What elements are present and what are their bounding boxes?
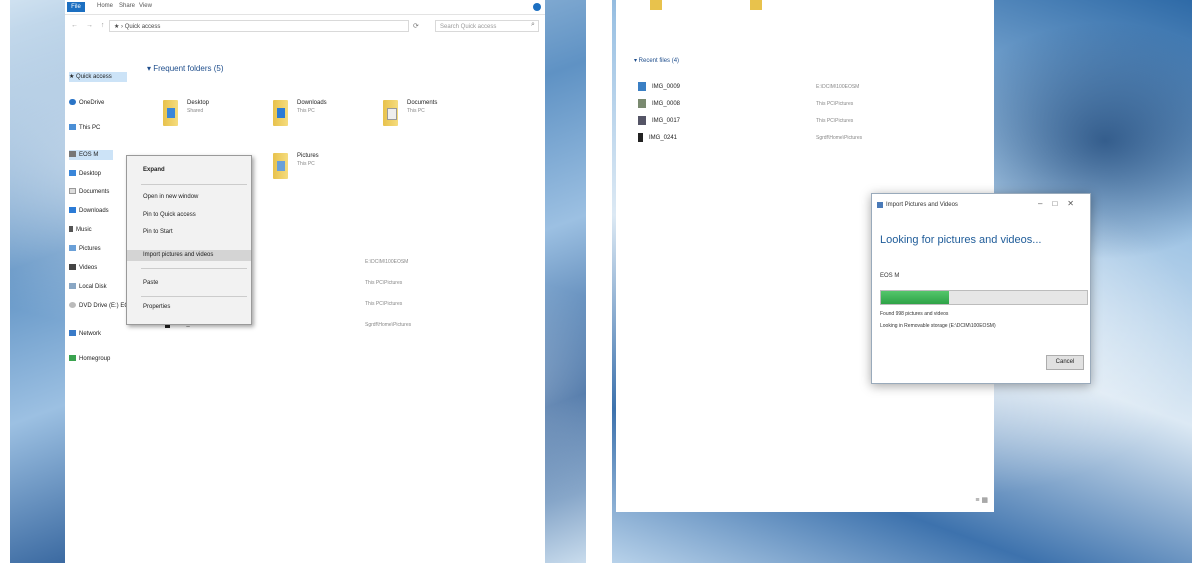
menu-properties[interactable]: Properties <box>127 302 251 313</box>
image-file-icon <box>638 99 646 108</box>
download-icon <box>69 207 76 214</box>
video-icon <box>69 264 76 271</box>
looking-location: Looking in Removable storage (E:\DCIM\10… <box>880 323 996 329</box>
search-input[interactable]: Search Quick access <box>435 20 539 32</box>
recent-file-path: This PC\Pictures <box>816 118 854 124</box>
nav-local-disk[interactable]: Local Disk <box>69 282 107 292</box>
nav-documents[interactable]: Documents <box>69 187 109 197</box>
image-file-icon <box>638 116 646 125</box>
nav-eos-m[interactable]: EOS M <box>69 150 113 160</box>
network-icon <box>69 330 76 337</box>
folder-documents[interactable]: Documents This PC <box>383 100 463 130</box>
context-menu: Expand Open in new window Pin to Quick a… <box>126 155 252 325</box>
folder-icon <box>163 100 178 126</box>
tab-share[interactable]: Share <box>119 3 135 9</box>
computer-icon <box>69 124 76 131</box>
window-controls[interactable]: –□✕ <box>1038 199 1084 208</box>
recent-files-header[interactable]: ▾ Recent files (4) <box>634 57 679 64</box>
nav-quick-access[interactable]: ★ Quick access <box>69 72 127 82</box>
folder-downloads[interactable]: Downloads This PC <box>273 100 353 130</box>
recent-path: This PC\Pictures <box>365 301 403 307</box>
folder-icon <box>383 100 398 126</box>
menu-open-new-window[interactable]: Open in new window <box>127 192 251 203</box>
menu-expand[interactable]: Expand <box>127 165 251 176</box>
nav-downloads[interactable]: Downloads <box>69 206 109 216</box>
cloud-icon <box>69 99 76 106</box>
address-bar-row: ← → ↑ ★ › Quick access ⟳ Search Quick ac… <box>65 18 545 34</box>
address-bar[interactable]: ★ › Quick access <box>109 20 409 32</box>
import-dialog: Import Pictures and Videos –□✕ Looking f… <box>871 193 1091 384</box>
desktop-icon <box>69 170 76 177</box>
pictures-icon <box>69 245 76 252</box>
help-icon[interactable] <box>533 3 541 11</box>
nav-arrows[interactable]: ← → ↑ <box>71 22 107 29</box>
recent-file-path: This PC\Pictures <box>816 101 854 107</box>
progress-bar <box>880 290 1088 305</box>
frequent-folders-header[interactable]: ▾ Frequent folders (5) <box>147 64 224 73</box>
camera-icon <box>69 151 76 158</box>
nav-network[interactable]: Network <box>69 329 101 339</box>
folder-icon <box>650 0 662 10</box>
nav-dvd-drive[interactable]: DVD Drive (E:) EOS <box>69 301 133 311</box>
file-tab[interactable]: File <box>67 2 85 12</box>
tab-view[interactable]: View <box>139 3 152 9</box>
nav-onedrive[interactable]: OneDrive <box>69 98 104 108</box>
folder-icon <box>750 0 762 10</box>
document-icon <box>69 188 76 195</box>
disk-icon <box>69 283 76 290</box>
cancel-button[interactable]: Cancel <box>1046 355 1084 370</box>
recent-file-item[interactable]: IMG_0008 <box>638 99 680 109</box>
image-file-icon <box>638 133 643 142</box>
recent-file-item[interactable]: IMG_0241 <box>638 133 677 143</box>
left-screenshot: File Home Share View ← → ↑ ★ › Quick acc… <box>10 0 586 563</box>
folder-desktop[interactable]: Desktop Shared <box>163 100 243 130</box>
recent-file-item[interactable]: IMG_0009 <box>638 82 680 92</box>
recent-file-item[interactable]: IMG_0017 <box>638 116 680 126</box>
recent-path: This PC\Pictures <box>365 280 403 286</box>
dvd-icon <box>69 302 76 309</box>
menu-pin-quick-access[interactable]: Pin to Quick access <box>127 210 251 221</box>
folder-icon <box>273 153 288 179</box>
view-toggle-icons[interactable]: ≡ ▦ <box>975 496 988 504</box>
folder-icon <box>273 100 288 126</box>
menu-separator <box>141 268 247 269</box>
found-count: Found 998 pictures and videos <box>880 311 949 317</box>
nav-pictures[interactable]: Pictures <box>69 244 101 254</box>
folder-pictures[interactable]: Pictures This PC <box>273 153 353 183</box>
menu-separator <box>141 296 247 297</box>
refresh-icon[interactable]: ⟳ <box>413 22 419 30</box>
image-file-icon <box>638 82 646 91</box>
nav-music[interactable]: Music <box>69 225 92 235</box>
nav-this-pc[interactable]: This PC <box>69 123 100 133</box>
nav-homegroup[interactable]: Homegroup <box>69 354 110 364</box>
import-icon <box>877 202 883 208</box>
dialog-heading: Looking for pictures and videos... <box>880 234 1042 246</box>
dialog-title: Import Pictures and Videos <box>886 202 958 208</box>
nav-desktop[interactable]: Desktop <box>69 169 101 179</box>
recent-file-path: E:\DCIM\100EOSM <box>816 84 860 90</box>
music-icon <box>69 226 73 233</box>
recent-path: E:\DCIM\100EOSM <box>365 259 409 265</box>
menu-pin-start[interactable]: Pin to Start <box>127 227 251 238</box>
device-name: EOS M <box>880 273 900 279</box>
menu-paste[interactable]: Paste <box>127 278 251 289</box>
menu-import-pictures[interactable]: Import pictures and videos <box>127 250 251 261</box>
nav-videos[interactable]: Videos <box>69 263 97 273</box>
recent-path: Sgrdf\Home\Pictures <box>365 322 412 328</box>
homegroup-icon <box>69 355 76 362</box>
search-icon: ⌕ <box>531 21 535 28</box>
recent-file-path: Sgrdf\Home\Pictures <box>816 135 863 141</box>
menu-separator <box>141 184 247 185</box>
ribbon: File Home Share View <box>65 0 545 15</box>
progress-fill <box>881 291 949 304</box>
tab-home[interactable]: Home <box>97 3 113 9</box>
